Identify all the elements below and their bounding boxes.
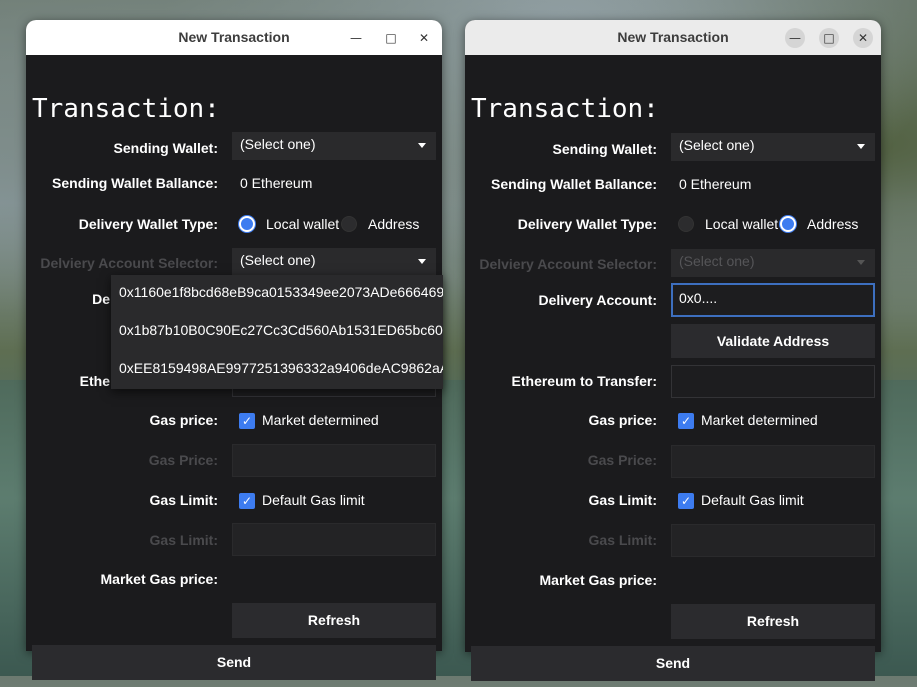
delivery-type-label: Delivery Wallet Type:	[78, 216, 218, 232]
gas-limit-check-label: Default Gas limit	[262, 492, 365, 508]
page-title: Transaction:	[471, 94, 659, 124]
gas-price-check-label: Market determined	[262, 412, 379, 428]
market-gas-price-label: Market Gas price:	[539, 572, 658, 588]
radio-address[interactable]	[341, 216, 357, 232]
account-selector-value: (Select one)	[240, 252, 316, 268]
sending-balance-value: 0 Ethereum	[679, 176, 752, 192]
maximize-icon[interactable]: □	[381, 28, 401, 48]
delivery-account-label: Delivery Account:	[538, 292, 657, 308]
title-bar: New Transaction — □ ✕	[26, 20, 442, 55]
sending-balance-label: Sending Wallet Ballance:	[491, 176, 657, 192]
gas-limit-check-label: Default Gas limit	[701, 492, 804, 508]
gas-limit-checkbox[interactable]: ✓	[239, 493, 255, 509]
gas-price-label: Gas price:	[149, 412, 218, 428]
refresh-button[interactable]: Refresh	[232, 603, 436, 638]
delivery-account-input[interactable]: 0x0....	[671, 283, 875, 317]
sending-wallet-label: Sending Wallet:	[552, 141, 657, 157]
gas-price-input[interactable]	[671, 445, 875, 478]
dropdown-item[interactable]: 0x1160e1f8bcd68eB9ca0153349ee2073ADe6664…	[111, 275, 443, 313]
gas-limit-label: Gas Limit:	[588, 492, 657, 508]
gas-limit-label: Gas Limit:	[149, 492, 218, 508]
gas-price-checkbox[interactable]: ✓	[678, 413, 694, 429]
dropdown-item[interactable]: 0x1b87b10B0C90Ec27Cc3Cd560Ab1531ED65bc60…	[111, 313, 443, 351]
minimize-icon[interactable]: —	[346, 28, 366, 48]
radio-address-label: Address	[368, 216, 420, 232]
ethereum-transfer-input[interactable]	[671, 365, 875, 398]
sending-balance-value: 0 Ethereum	[240, 175, 313, 191]
delivery-type-label: Delivery Wallet Type:	[517, 216, 657, 232]
account-selector-value: (Select one)	[679, 253, 755, 269]
gas-price-checkbox[interactable]: ✓	[239, 413, 255, 429]
chevron-down-icon	[418, 143, 426, 148]
account-selector-combo[interactable]: (Select one)	[671, 249, 875, 277]
gas-price-input-label: Gas Price:	[587, 452, 657, 468]
new-transaction-window-2: New Transaction — □ ✕ Transaction: Sendi…	[465, 20, 881, 681]
gas-price-input[interactable]	[232, 444, 436, 477]
page-title: Transaction:	[32, 94, 220, 124]
title-bar: New Transaction — □ ✕	[465, 20, 881, 55]
window-title: New Transaction	[178, 29, 290, 45]
radio-address[interactable]	[780, 216, 796, 232]
radio-local-wallet[interactable]	[239, 216, 255, 232]
close-icon[interactable]: ✕	[853, 28, 873, 48]
gas-price-label: Gas price:	[588, 412, 657, 428]
minimize-icon[interactable]: —	[785, 28, 805, 48]
sending-wallet-value: (Select one)	[679, 137, 755, 153]
delivery-account-label: De	[92, 291, 110, 307]
new-transaction-window-1: New Transaction — □ ✕ Transaction: Sendi…	[26, 20, 443, 680]
gas-limit-input-label: Gas Limit:	[588, 532, 657, 548]
gas-limit-input[interactable]	[671, 524, 875, 557]
refresh-button[interactable]: Refresh	[671, 604, 875, 639]
radio-address-label: Address	[807, 216, 859, 232]
ethereum-transfer-label: Ethereum to Transfer:	[511, 373, 657, 389]
gas-limit-input-label: Gas Limit:	[149, 532, 218, 548]
radio-local-wallet-label: Local wallet	[266, 216, 340, 232]
sending-wallet-combo[interactable]: (Select one)	[671, 133, 875, 161]
dropdown-item[interactable]: 0xEE8159498AE9977251396332a9406deAC9862a…	[111, 351, 443, 389]
maximize-icon[interactable]: □	[819, 28, 839, 48]
account-selector-combo[interactable]: (Select one)	[232, 248, 436, 276]
delivery-account-value: 0x0....	[679, 290, 718, 306]
radio-local-wallet[interactable]	[678, 216, 694, 232]
sending-balance-label: Sending Wallet Ballance:	[52, 175, 218, 191]
chevron-down-icon	[857, 144, 865, 149]
radio-local-wallet-label: Local wallet	[705, 216, 779, 232]
close-icon[interactable]: ✕	[414, 28, 434, 48]
gas-limit-input[interactable]	[232, 523, 436, 556]
chevron-down-icon	[857, 260, 865, 265]
sending-wallet-label: Sending Wallet:	[113, 140, 218, 156]
market-gas-price-label: Market Gas price:	[100, 571, 219, 587]
gas-price-check-label: Market determined	[701, 412, 818, 428]
gas-price-input-label: Gas Price:	[148, 452, 218, 468]
sending-wallet-combo[interactable]: (Select one)	[232, 132, 436, 160]
sending-wallet-value: (Select one)	[240, 136, 316, 152]
account-selector-label: Delviery Account Selector:	[479, 256, 657, 272]
gas-limit-checkbox[interactable]: ✓	[678, 493, 694, 509]
send-button[interactable]: Send	[32, 645, 436, 680]
account-selector-label: Delviery Account Selector:	[40, 255, 218, 271]
chevron-down-icon	[418, 259, 426, 264]
validate-address-button[interactable]: Validate Address	[671, 324, 875, 358]
account-dropdown-list: 0x1160e1f8bcd68eB9ca0153349ee2073ADe6664…	[111, 275, 443, 389]
ethereum-transfer-label: Ethe	[79, 373, 110, 389]
